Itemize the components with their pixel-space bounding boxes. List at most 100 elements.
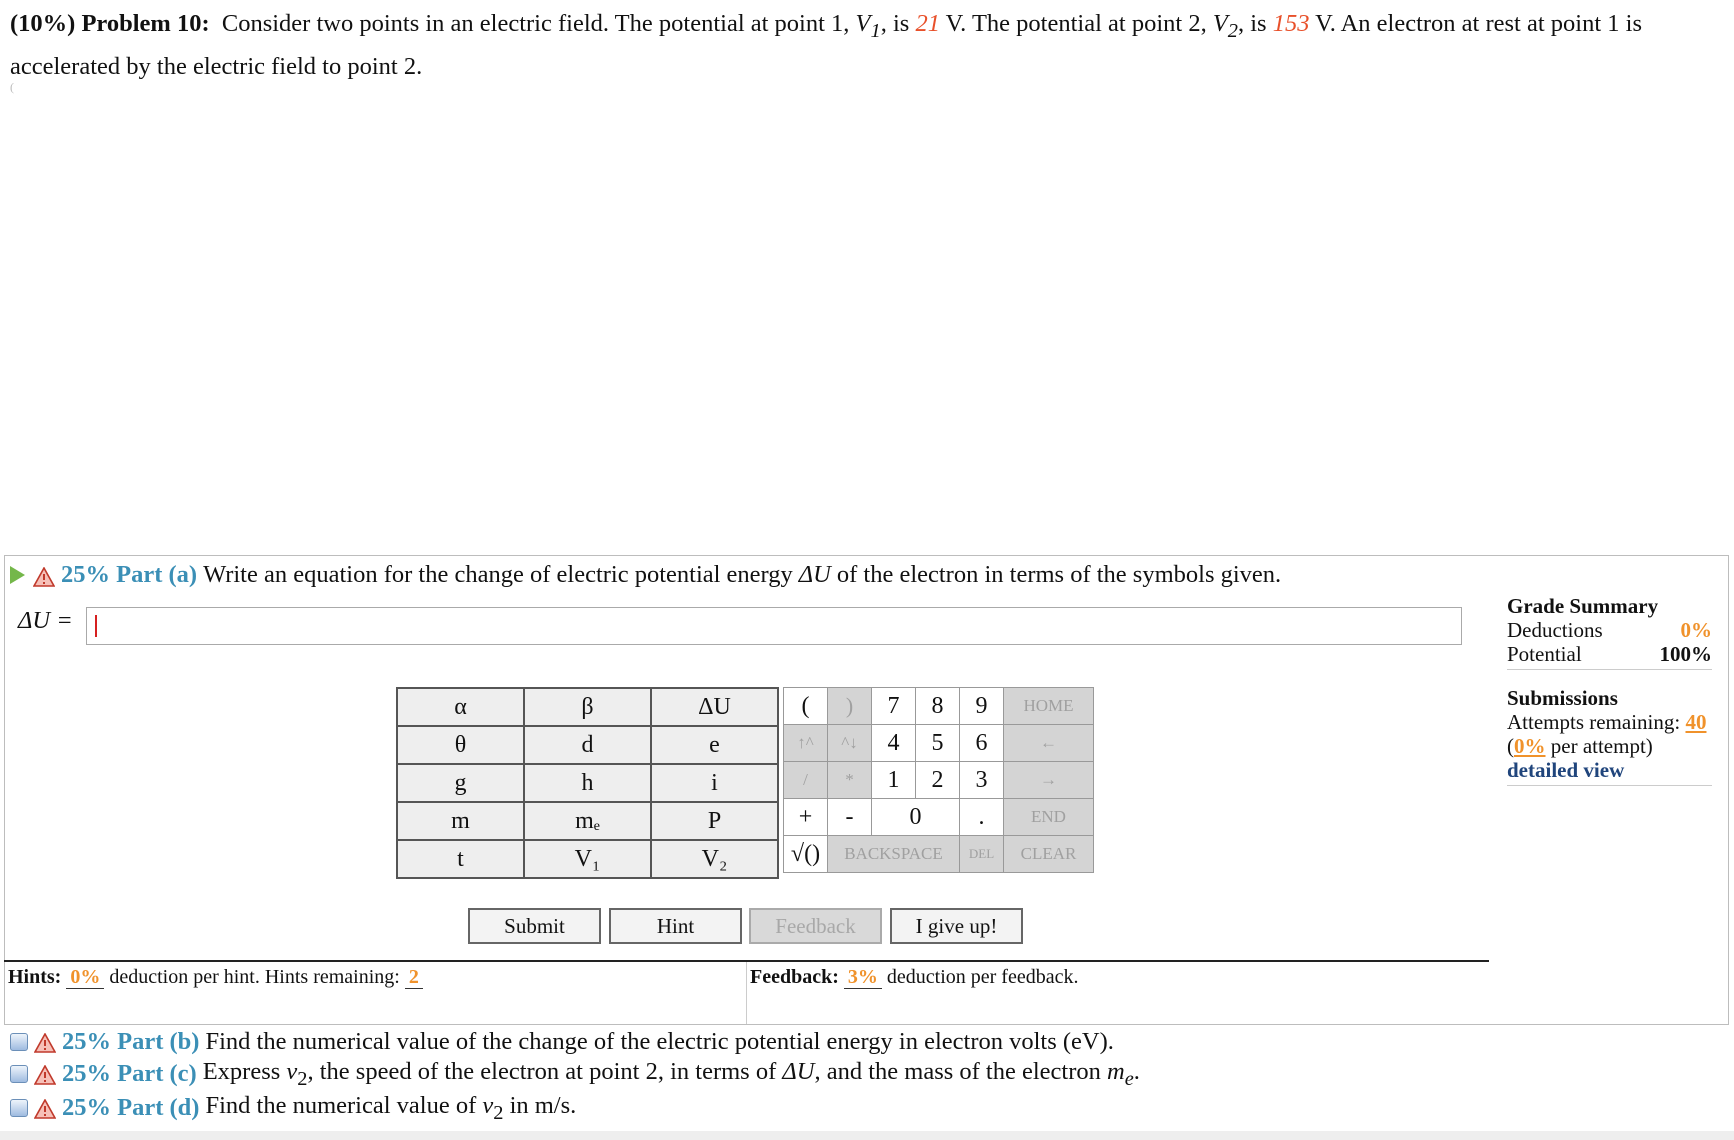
key-d[interactable]: d (523, 725, 652, 765)
key-t[interactable]: t (396, 839, 525, 879)
key-1[interactable]: 1 (871, 761, 916, 799)
part-c-text-c: , and the mass of the electron (814, 1058, 1101, 1085)
v2-symbol: v (482, 1092, 494, 1119)
expand-icon[interactable] (10, 1065, 28, 1084)
part-a-header: 25% Part (a) Write an equation for the c… (10, 560, 1281, 590)
key-sqrt[interactable]: √() (783, 835, 828, 873)
v1-symbol: V (855, 10, 871, 37)
key-backspace[interactable]: BACKSPACE (827, 835, 960, 873)
key-del[interactable]: DEL (959, 835, 1004, 873)
hint-button[interactable]: Hint (609, 908, 742, 944)
part-d-text-a: Find the numerical value of (205, 1092, 477, 1119)
v2-symbol: v (286, 1058, 298, 1085)
part-d-row[interactable]: 25% Part (d) Find the numerical value of… (10, 1092, 576, 1125)
key-h[interactable]: h (523, 763, 652, 803)
v1-value: 21 (915, 10, 940, 37)
number-keypad: ( ) 7 8 9 HOME ↑^ ^↓ 4 5 6 ← / * 1 2 3 →… (783, 687, 1094, 873)
me-subscript: e (1124, 1067, 1134, 1090)
delta-u-symbol: ΔU (782, 1058, 815, 1085)
key-multiply[interactable]: * (827, 761, 872, 799)
key-beta[interactable]: β (523, 687, 652, 727)
key-v2[interactable]: V₂ (650, 839, 779, 879)
key-up-caret[interactable]: ↑^ (783, 724, 828, 762)
feedback-button[interactable]: Feedback (749, 908, 882, 944)
part-b-text: Find the numerical value of the change o… (205, 1028, 1114, 1055)
key-9[interactable]: 9 (959, 687, 1004, 725)
key-p[interactable]: P (650, 801, 779, 841)
v2-value: 153 (1272, 10, 1310, 37)
feedback-text: deduction per feedback. (886, 966, 1079, 988)
key-3[interactable]: 3 (959, 761, 1004, 799)
expand-icon[interactable] (10, 1033, 28, 1051)
key-clear[interactable]: CLEAR (1003, 835, 1094, 873)
key-home[interactable]: HOME (1003, 687, 1094, 725)
part-c-text-d: . (1133, 1058, 1140, 1085)
key-7[interactable]: 7 (871, 687, 916, 725)
key-dot[interactable]: . (959, 798, 1004, 836)
warning-icon (32, 565, 56, 587)
potential-label: Potential (1507, 642, 1582, 666)
page-footer-bar (0, 1131, 1734, 1140)
grade-summary: Grade Summary Deductions 0% Potential 100%… (1507, 594, 1712, 786)
hints-percent: 0% (66, 966, 105, 989)
key-end[interactable]: END (1003, 798, 1094, 836)
deductions-value: 0% (1680, 618, 1713, 642)
problem-weight: (10%) (10, 10, 76, 37)
feedback-info: Feedback: 3% deduction per feedback. (750, 966, 1078, 989)
part-c-percent: 25% Part (c) (62, 1060, 197, 1088)
answer-input[interactable] (86, 607, 1462, 645)
part-c-text-b: , the speed of the electron at point 2, … (307, 1058, 777, 1085)
key-0[interactable]: 0 (871, 798, 960, 836)
key-g[interactable]: g (396, 763, 525, 803)
feedback-percent: 3% (843, 966, 882, 989)
attempts-value: 40 (1685, 710, 1707, 734)
key-6[interactable]: 6 (959, 724, 1004, 762)
key-5[interactable]: 5 (915, 724, 960, 762)
key-me[interactable]: mₑ (523, 801, 652, 841)
part-a-text-2: of the electron in terms of the symbols … (836, 561, 1282, 588)
v2-symbol: V (1212, 10, 1228, 37)
part-d-percent: 25% Part (d) (62, 1094, 200, 1122)
give-up-button[interactable]: I give up! (890, 908, 1023, 944)
expand-arrow-icon[interactable] (10, 566, 25, 584)
me-symbol: m (1107, 1058, 1125, 1085)
key-m[interactable]: m (396, 801, 525, 841)
feedback-label: Feedback: (750, 966, 839, 988)
attempts-label: Attempts remaining: (1507, 710, 1681, 734)
info-vertical-divider (746, 962, 747, 1024)
deductions-label: Deductions (1507, 618, 1603, 642)
key-plus[interactable]: + (783, 798, 828, 836)
part-c-row[interactable]: 25% Part (c) Express v2, the speed of th… (10, 1058, 1140, 1091)
faint-mark: ( (10, 80, 14, 94)
key-close-paren[interactable]: ) (827, 687, 872, 725)
expand-icon[interactable] (10, 1099, 28, 1118)
key-alpha[interactable]: α (396, 687, 525, 727)
text-caret (95, 615, 97, 637)
detailed-view-link[interactable]: detailed view (1507, 758, 1712, 782)
key-8[interactable]: 8 (915, 687, 960, 725)
hints-info: Hints: 0% deduction per hint. Hints rema… (8, 966, 423, 989)
symbol-keypad: α β ΔU θ d e g h i m mₑ P t V₁ V₂ (396, 687, 779, 879)
key-e[interactable]: e (650, 725, 779, 765)
v1-subscript: 1 (870, 19, 881, 42)
warning-icon (33, 1064, 57, 1086)
key-left-arrow[interactable]: ← (1003, 724, 1094, 762)
key-delta-u[interactable]: ΔU (650, 687, 779, 727)
warning-icon (33, 1032, 57, 1053)
key-divide[interactable]: / (783, 761, 828, 799)
is-1: , is (880, 10, 910, 37)
submit-button[interactable]: Submit (468, 908, 601, 944)
key-open-paren[interactable]: ( (783, 687, 828, 725)
key-2[interactable]: 2 (915, 761, 960, 799)
is-2: , is (1238, 10, 1267, 37)
key-i[interactable]: i (650, 763, 779, 803)
key-4[interactable]: 4 (871, 724, 916, 762)
key-theta[interactable]: θ (396, 725, 525, 765)
key-minus[interactable]: - (827, 798, 872, 836)
key-right-arrow[interactable]: → (1003, 761, 1094, 799)
part-b-row[interactable]: 25% Part (b) Find the numerical value of… (10, 1028, 1114, 1056)
key-down-caret[interactable]: ^↓ (827, 724, 872, 762)
per-attempt-value: 0% (1514, 734, 1546, 758)
key-v1[interactable]: V₁ (523, 839, 652, 879)
per-attempt-label: per attempt) (1550, 734, 1653, 758)
